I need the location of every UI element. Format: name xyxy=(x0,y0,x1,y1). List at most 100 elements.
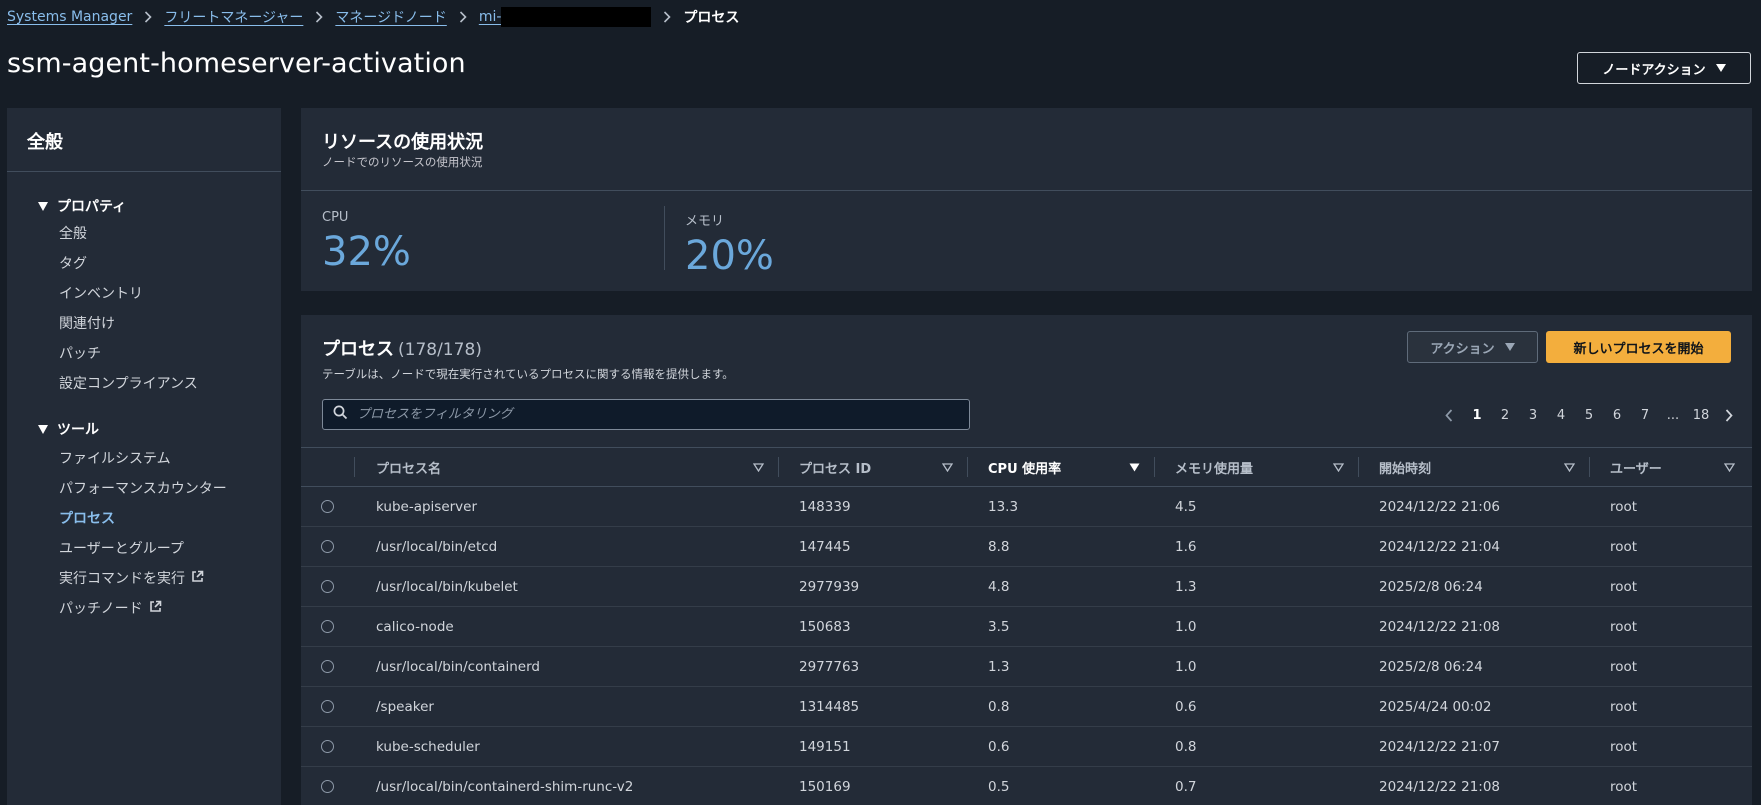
row-select-radio[interactable] xyxy=(321,580,334,593)
column-header-cpu-usage[interactable]: CPU 使用率 xyxy=(988,448,1061,486)
sidebar-item-inventory[interactable]: インベントリ xyxy=(59,283,143,303)
sidebar-item-patch-node[interactable]: パッチノード xyxy=(59,598,162,618)
sidebar-item-label: 実行コマンドを実行 xyxy=(59,571,185,587)
cell-cpu-usage: 1.3 xyxy=(988,658,1010,675)
table-row[interactable]: kube-scheduler 149151 0.6 0.8 2024/12/22… xyxy=(301,727,1752,767)
breadcrumb-systems-manager[interactable]: Systems Manager xyxy=(7,9,132,25)
table-row[interactable]: /usr/local/bin/containerd-shim-runc-v2 1… xyxy=(301,767,1752,805)
table-row[interactable]: /usr/local/bin/kubelet 2977939 4.8 1.3 2… xyxy=(301,567,1752,607)
sidebar-item-associations[interactable]: 関連付け xyxy=(59,313,115,333)
previous-page-icon[interactable] xyxy=(1435,408,1463,422)
sort-descending-icon[interactable] xyxy=(1129,448,1140,486)
pagination: 1 2 3 4 5 6 7 ... 18 xyxy=(1435,405,1743,425)
cell-process-name: kube-apiserver xyxy=(376,498,478,515)
process-filter-input[interactable] xyxy=(357,407,957,422)
processes-title-text: プロセス xyxy=(322,339,394,360)
breadcrumb-current: プロセス xyxy=(683,10,740,26)
sort-icon[interactable] xyxy=(942,448,953,486)
cell-start-time: 2024/12/22 21:07 xyxy=(1379,738,1501,755)
cell-process-name: /usr/local/bin/containerd xyxy=(376,658,540,675)
caret-down-icon xyxy=(1504,340,1515,355)
column-header-process-id[interactable]: プロセス ID xyxy=(799,448,871,486)
next-page-icon[interactable] xyxy=(1715,408,1743,422)
cell-cpu-usage: 0.5 xyxy=(988,778,1010,795)
cell-cpu-usage: 8.8 xyxy=(988,538,1010,555)
row-select-radio[interactable] xyxy=(321,780,334,793)
sort-icon[interactable] xyxy=(1724,448,1735,486)
page-6[interactable]: 6 xyxy=(1603,408,1631,423)
row-select-radio[interactable] xyxy=(321,740,334,753)
sidebar-header: 全般 xyxy=(7,108,281,172)
breadcrumb-fleet-manager[interactable]: フリートマネージャー xyxy=(164,7,303,27)
sort-icon[interactable] xyxy=(1564,448,1575,486)
sort-icon[interactable] xyxy=(753,448,764,486)
page-5[interactable]: 5 xyxy=(1575,408,1603,423)
resource-usage-subtitle: ノードでのリソースの使用状況 xyxy=(322,155,483,169)
sidebar-section-properties[interactable]: プロパティ xyxy=(38,196,126,216)
sidebar-item-users-groups[interactable]: ユーザーとグループ xyxy=(59,538,184,558)
sidebar-item-file-system[interactable]: ファイルシステム xyxy=(59,448,171,468)
column-header-start-time[interactable]: 開始時刻 xyxy=(1379,448,1431,486)
row-select-radio[interactable] xyxy=(321,660,334,673)
sort-icon[interactable] xyxy=(1333,448,1344,486)
cell-user: root xyxy=(1610,738,1638,755)
row-select-radio[interactable] xyxy=(321,540,334,553)
page-3[interactable]: 3 xyxy=(1519,408,1547,423)
cell-memory-usage: 0.7 xyxy=(1175,778,1197,795)
caret-down-icon xyxy=(1715,61,1726,76)
expand-caret-icon xyxy=(38,424,48,434)
table-row[interactable]: /usr/local/bin/etcd 147445 8.8 1.6 2024/… xyxy=(301,527,1752,567)
breadcrumb-managed-nodes[interactable]: マネージドノード xyxy=(335,7,446,27)
node-action-button[interactable]: ノードアクション xyxy=(1577,52,1751,84)
process-filter xyxy=(322,399,970,430)
actions-button[interactable]: アクション xyxy=(1407,331,1538,363)
sidebar-item-patch[interactable]: パッチ xyxy=(59,343,101,363)
sidebar-item-tags[interactable]: タグ xyxy=(59,253,87,273)
start-new-process-button[interactable]: 新しいプロセスを開始 xyxy=(1546,331,1731,363)
sidebar-section-tools[interactable]: ツール xyxy=(38,419,99,439)
resource-usage-panel: リソースの使用状況 ノードでのリソースの使用状況 CPU 32% メモリ 20% xyxy=(301,108,1752,291)
page-2[interactable]: 2 xyxy=(1491,408,1519,423)
page-4[interactable]: 4 xyxy=(1547,408,1575,423)
page-title: ssm-agent-homeserver-activation xyxy=(7,48,466,79)
processes-description: テーブルは、ノードで現在実行されているプロセスに関する情報を提供します。 xyxy=(322,367,734,381)
page-1[interactable]: 1 xyxy=(1463,408,1491,423)
sidebar-item-config-compliance[interactable]: 設定コンプライアンス xyxy=(59,373,198,393)
table-row[interactable]: calico-node 150683 3.5 1.0 2024/12/22 21… xyxy=(301,607,1752,647)
cpu-label: CPU xyxy=(322,210,349,225)
cell-start-time: 2025/2/8 06:24 xyxy=(1379,658,1483,675)
resource-usage-title: リソースの使用状況 xyxy=(322,132,484,153)
memory-label: メモリ xyxy=(685,214,725,229)
sidebar-item-run-command[interactable]: 実行コマンドを実行 xyxy=(59,568,204,588)
sidebar-item-performance-counters[interactable]: パフォーマンスカウンター xyxy=(59,478,227,498)
row-select-radio[interactable] xyxy=(321,700,334,713)
sidebar-item-processes[interactable]: プロセス xyxy=(59,508,115,528)
page-18[interactable]: 18 xyxy=(1687,408,1715,423)
row-select-radio[interactable] xyxy=(321,620,334,633)
column-header-user[interactable]: ユーザー xyxy=(1610,448,1662,486)
breadcrumb-node-id[interactable]: mi- xyxy=(479,9,502,25)
cell-memory-usage: 1.3 xyxy=(1175,578,1197,595)
row-select-radio[interactable] xyxy=(321,500,334,513)
chevron-right-icon xyxy=(315,11,323,23)
cell-memory-usage: 0.6 xyxy=(1175,698,1197,715)
sidebar-section-label: ツール xyxy=(57,422,99,438)
table-row[interactable]: /usr/local/bin/containerd 2977763 1.3 1.… xyxy=(301,647,1752,687)
cell-memory-usage: 4.5 xyxy=(1175,498,1197,515)
cell-start-time: 2024/12/22 21:08 xyxy=(1379,618,1501,635)
sidebar-item-general[interactable]: 全般 xyxy=(59,223,87,243)
page-ellipsis: ... xyxy=(1666,407,1680,423)
cell-process-id: 1314485 xyxy=(799,698,860,715)
cell-user: root xyxy=(1610,498,1638,515)
cell-cpu-usage: 13.3 xyxy=(988,498,1019,515)
cell-process-name: /usr/local/bin/containerd-shim-runc-v2 xyxy=(376,778,634,795)
table-header: プロセス名 プロセス ID CPU 使用率 メモリ使用量 開始時刻 ユーザー xyxy=(301,447,1752,487)
cell-process-id: 149151 xyxy=(799,738,851,755)
column-header-process-name[interactable]: プロセス名 xyxy=(376,448,441,486)
divider xyxy=(301,190,1752,191)
table-row[interactable]: kube-apiserver 148339 13.3 4.5 2024/12/2… xyxy=(301,487,1752,527)
column-header-memory-usage[interactable]: メモリ使用量 xyxy=(1175,448,1253,486)
cell-process-name: calico-node xyxy=(376,618,454,635)
page-7[interactable]: 7 xyxy=(1631,408,1659,423)
table-row[interactable]: /speaker 1314485 0.8 0.6 2025/4/24 00:02… xyxy=(301,687,1752,727)
